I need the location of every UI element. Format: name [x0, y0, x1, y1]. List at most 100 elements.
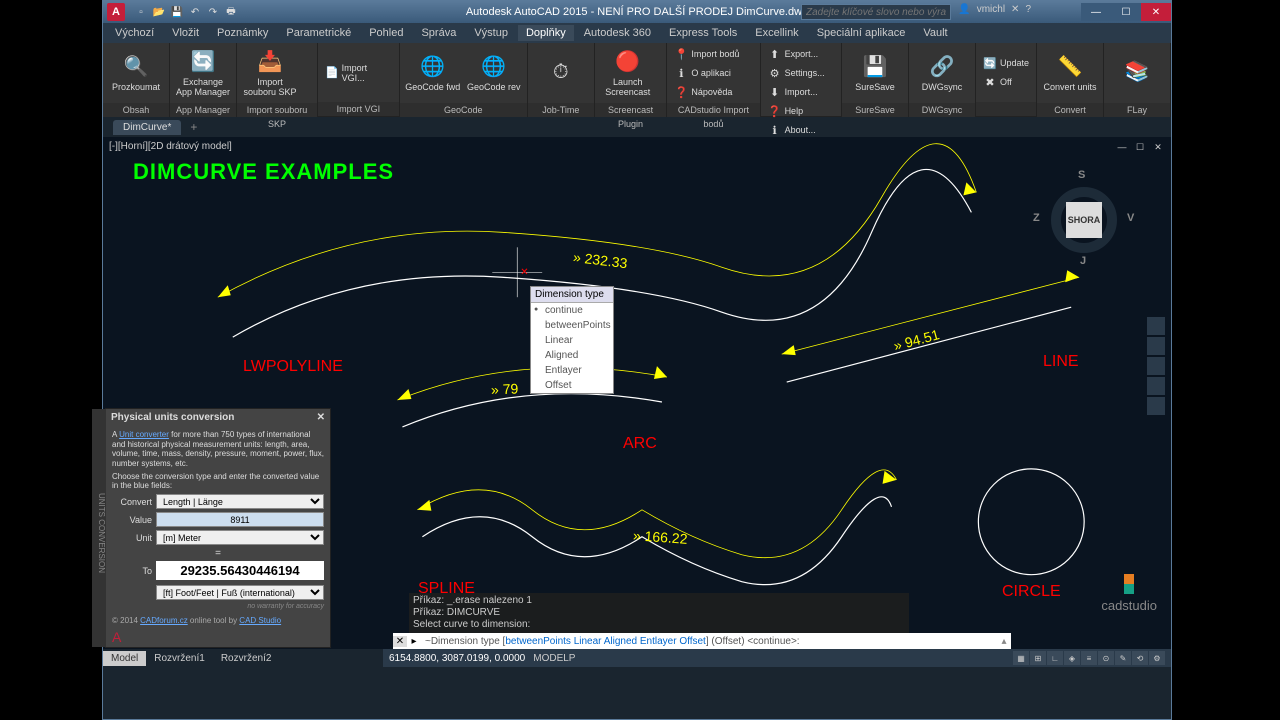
- viewcube-face[interactable]: SHORA: [1066, 202, 1102, 238]
- ribbon-button[interactable]: 📍Import bodů: [671, 45, 742, 63]
- ribbon-button[interactable]: ✖Off: [980, 73, 1032, 91]
- nav-orbit-icon[interactable]: [1147, 377, 1165, 395]
- ribbon-button[interactable]: ℹO aplikaci: [671, 64, 742, 82]
- ribbon-tab[interactable]: Vložit: [164, 25, 207, 41]
- ribbon-button[interactable]: 🔍Prozkoumat: [107, 45, 165, 101]
- layout-tab[interactable]: Rozvržení2: [213, 651, 280, 666]
- value-input[interactable]: [156, 512, 324, 527]
- ribbon-button[interactable]: 📄Import VGI...: [322, 64, 395, 82]
- ribbon-button[interactable]: 🔄Exchange App Manager: [174, 45, 232, 101]
- app-logo-icon[interactable]: A: [107, 3, 125, 21]
- ribbon-tab[interactable]: Excellink: [747, 25, 806, 41]
- layout-tab[interactable]: Model: [103, 651, 146, 666]
- status-toggle[interactable]: ∟: [1047, 651, 1063, 665]
- ribbon-button[interactable]: 💾SureSave: [846, 45, 904, 101]
- status-toggle[interactable]: ✎: [1115, 651, 1131, 665]
- status-toggle[interactable]: ≡: [1081, 651, 1097, 665]
- context-menu-item[interactable]: Linear: [531, 333, 613, 348]
- titlebar: A ▫ 📂 💾 ↶ ↷ 🖶 Autodesk AutoCAD 2015 - NE…: [103, 1, 1171, 23]
- context-menu-item[interactable]: betweenPoints: [531, 318, 613, 333]
- close-button[interactable]: ✕: [1141, 3, 1171, 21]
- add-tab-icon[interactable]: +: [184, 120, 203, 134]
- dim-value-1: » 232.33: [572, 249, 628, 272]
- ribbon-tab[interactable]: Autodesk 360: [576, 25, 659, 41]
- context-menu-item[interactable]: Aligned: [531, 348, 613, 363]
- unit-from-select[interactable]: [m] Meter: [156, 530, 324, 545]
- ribbon-button[interactable]: ⚙Settings...: [765, 64, 828, 82]
- viewport-label[interactable]: [-][Horní][2D drátový model]: [109, 141, 232, 152]
- ribbon-button[interactable]: ⬆Export...: [765, 45, 828, 63]
- status-toggle[interactable]: ⊞: [1030, 651, 1046, 665]
- cadstudio-link[interactable]: CAD Studio: [239, 616, 281, 625]
- ribbon-button[interactable]: 🌐GeoCode rev: [465, 45, 523, 101]
- ribbon-button[interactable]: 📚: [1108, 45, 1166, 101]
- status-bar: 6154.8800, 3087.0199, 0.0000 MODELP ▦ ⊞ …: [383, 649, 1171, 667]
- context-menu-item[interactable]: Offset: [531, 378, 613, 393]
- ribbon-button[interactable]: 🔗DWGsync: [913, 45, 971, 101]
- vp-close-icon[interactable]: ✕: [1151, 141, 1165, 153]
- ribbon-tab[interactable]: Parametrické: [278, 25, 359, 41]
- help-icon[interactable]: ?: [1025, 4, 1031, 15]
- svg-text:✕: ✕: [520, 267, 528, 278]
- label-arc: ARC: [623, 435, 657, 453]
- ribbon-tab[interactable]: Pohled: [361, 25, 411, 41]
- qat-print-icon[interactable]: 🖶: [223, 4, 239, 20]
- qat-open-icon[interactable]: 📂: [151, 4, 167, 20]
- panel-side-title[interactable]: UNITS CONVERSION: [92, 409, 106, 647]
- ribbon-button[interactable]: 🔄Update: [980, 54, 1032, 72]
- signin-icon[interactable]: 👤: [958, 4, 970, 15]
- ribbon-button[interactable]: ❓Help: [765, 102, 828, 120]
- status-toggle[interactable]: ⊙: [1098, 651, 1114, 665]
- ribbon-tab[interactable]: Výstup: [466, 25, 516, 41]
- qat-new-icon[interactable]: ▫: [133, 4, 149, 20]
- ribbon-button[interactable]: ⬇Import...: [765, 83, 828, 101]
- autodesk-a-icon: A: [112, 629, 121, 645]
- qat-redo-icon[interactable]: ↷: [205, 4, 221, 20]
- status-toggle[interactable]: ⚙: [1149, 651, 1165, 665]
- cadforum-link[interactable]: CADforum.cz: [140, 616, 188, 625]
- context-menu-item[interactable]: Entlayer: [531, 363, 613, 378]
- ribbon-tab[interactable]: Vault: [915, 25, 955, 41]
- exchange-icon[interactable]: ✕: [1011, 4, 1019, 15]
- status-toggle[interactable]: ▦: [1013, 651, 1029, 665]
- command-line[interactable]: ✕ ▸ ~Dimension type [betweenPoints Linea…: [393, 633, 1011, 649]
- vp-min-icon[interactable]: —: [1115, 141, 1129, 153]
- nav-zoom-icon[interactable]: [1147, 357, 1165, 375]
- ribbon-tab[interactable]: Express Tools: [661, 25, 745, 41]
- nav-wheel-icon[interactable]: [1147, 317, 1165, 335]
- unit-to-select[interactable]: [ft] Foot/Feet | Fuß (international): [156, 585, 324, 600]
- unit-converter-link[interactable]: Unit converter: [119, 430, 169, 439]
- help-search-input[interactable]: [801, 4, 951, 20]
- status-toggle[interactable]: ◈: [1064, 651, 1080, 665]
- convert-type-select[interactable]: Length | Länge: [156, 494, 324, 509]
- doc-tab[interactable]: DimCurve*: [113, 120, 181, 135]
- viewcube[interactable]: SHORA S J V Z: [1021, 157, 1141, 277]
- ribbon-button[interactable]: 📥Import souboru SKP: [241, 45, 299, 101]
- cmdline-close-icon[interactable]: ✕: [393, 636, 407, 647]
- panel-title: Physical units conversion: [111, 412, 234, 423]
- ribbon-button[interactable]: ❓Nápověda: [671, 83, 742, 101]
- minimize-button[interactable]: —: [1081, 3, 1111, 21]
- vp-max-icon[interactable]: ☐: [1133, 141, 1147, 153]
- ribbon-tab[interactable]: Výchozí: [107, 25, 162, 41]
- command-prompt[interactable]: ~Dimension type [betweenPoints Linear Al…: [421, 636, 997, 647]
- qat-save-icon[interactable]: 💾: [169, 4, 185, 20]
- ribbon-tab[interactable]: Správa: [413, 25, 464, 41]
- qat-undo-icon[interactable]: ↶: [187, 4, 203, 20]
- nav-pan-icon[interactable]: [1147, 337, 1165, 355]
- panel-close-icon[interactable]: ✕: [317, 412, 325, 423]
- ribbon-button[interactable]: 🔴Launch Screencast: [599, 45, 657, 101]
- ribbon-tab[interactable]: Speciální aplikace: [809, 25, 914, 41]
- maximize-button[interactable]: ☐: [1111, 3, 1141, 21]
- layout-tab[interactable]: Rozvržení1: [146, 651, 213, 666]
- cadstudio-logo: cadstudio: [1101, 574, 1157, 613]
- nav-showmotion-icon[interactable]: [1147, 397, 1165, 415]
- status-toggle[interactable]: ⟲: [1132, 651, 1148, 665]
- context-menu-item[interactable]: continue: [531, 303, 613, 318]
- ribbon-button[interactable]: 📏Convert units: [1041, 45, 1099, 101]
- ribbon-tab[interactable]: Poznámky: [209, 25, 276, 41]
- ribbon-tab[interactable]: Doplňky: [518, 25, 574, 41]
- ribbon-button[interactable]: ⏱: [532, 45, 590, 101]
- user-name[interactable]: vmichl: [977, 4, 1005, 15]
- ribbon-button[interactable]: 🌐GeoCode fwd: [404, 45, 462, 101]
